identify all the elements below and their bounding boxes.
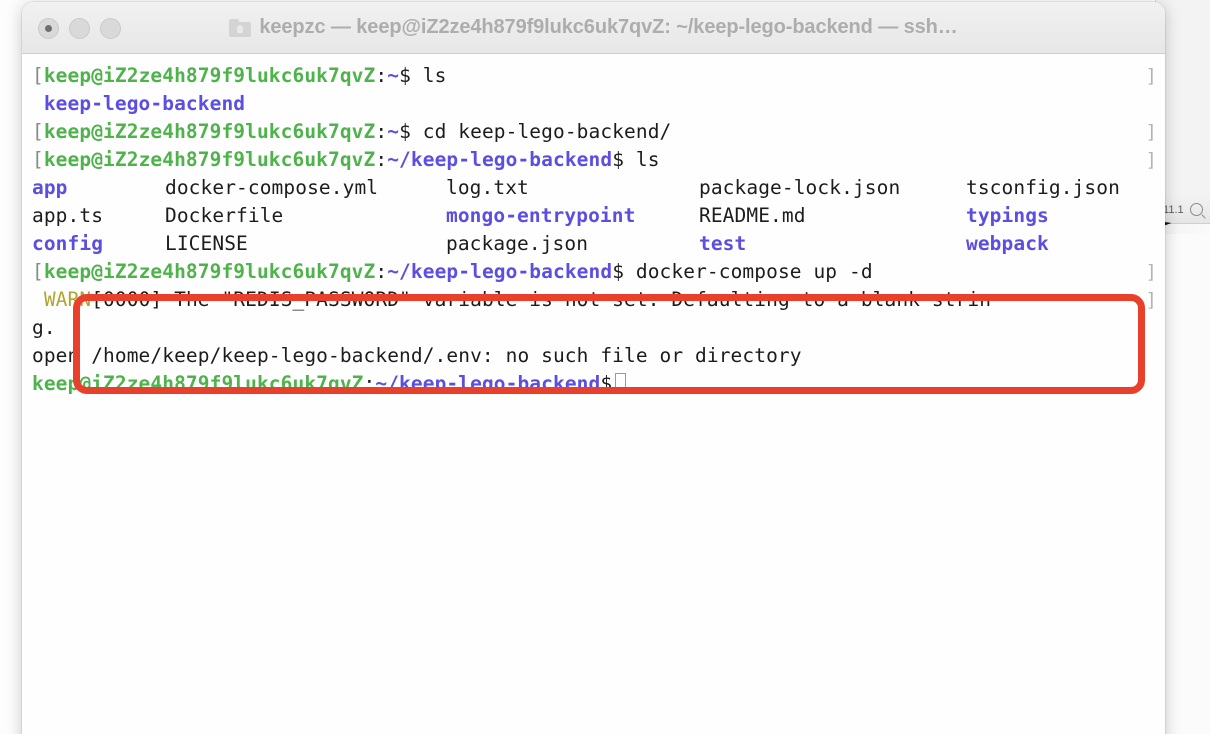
ls-listing-row: app.ts Dockerfile mongo-entrypoint README.m… <box>22 202 1165 230</box>
prompt-sigil: $ <box>399 64 411 87</box>
ls-file-entry: app.ts <box>32 204 104 227</box>
terminal-command: cd keep-lego-backend/ <box>410 120 672 143</box>
prompt-colon: : <box>375 260 388 283</box>
prompt-colon: : <box>375 148 388 171</box>
terminal-line-ls-command: [keep@iZ2ze4h879f9lukc6uk7qvZ:~$ ls] <box>22 62 1165 90</box>
prompt-mark: ] <box>1145 261 1157 283</box>
ls-listing-row: app docker-compose.yml log.txt package-lock… <box>22 174 1165 202</box>
prompt-sigil: $ <box>612 260 625 283</box>
warn-wrap-text: g. <box>32 316 56 339</box>
ls-listing: app docker-compose.yml log.txt package-lock… <box>22 174 1165 258</box>
title-group: keepzc — keep@iZ2ze4h879f9lukc6uk7qvZ: ~… <box>229 16 958 39</box>
terminal-command: ls <box>410 64 447 87</box>
prompt-path: ~/keep-lego-backend <box>387 260 613 283</box>
ls-file-entry: Dockerfile <box>165 204 284 227</box>
prompt-path: ~/keep-lego-backend <box>375 372 601 395</box>
terminal-line-error: open /home/keep/keep-lego-backend/.env: … <box>22 342 1165 370</box>
warn-level: WARN <box>43 288 92 311</box>
ls-directory-entry: test <box>699 232 747 255</box>
prompt-sigil: $ <box>600 372 613 395</box>
prompt-colon: : <box>375 64 388 87</box>
text-cursor[interactable] <box>615 373 627 394</box>
error-text: open /home/keep/keep-lego-backend/.env: … <box>32 344 802 367</box>
prompt-colon: : <box>375 120 388 143</box>
ls-file-entry: tsconfig.json <box>966 176 1120 199</box>
prompt-mark: ] <box>1145 149 1157 171</box>
warn-indent <box>32 288 44 311</box>
ls-file-entry: log.txt <box>446 176 529 199</box>
search-icon[interactable] <box>1189 203 1203 216</box>
title-bar[interactable]: keepzc — keep@iZ2ze4h879f9lukc6uk7qvZ: ~… <box>22 2 1165 54</box>
prompt-bracket: [ <box>32 64 44 87</box>
ls-file-entry: package-lock.json <box>699 176 901 199</box>
terminal-content[interactable]: [keep@iZ2ze4h879f9lukc6uk7qvZ:~$ ls] kee… <box>22 54 1165 734</box>
warn-text: [0000] The "REDIS_PASSWORD" variable is … <box>91 288 992 311</box>
terminal-command: docker-compose up -d <box>624 260 873 283</box>
prompt-user-host: keep@iZ2ze4h879f9lukc6uk7qvZ <box>43 120 376 143</box>
ls-file-entry: docker-compose.yml <box>165 176 379 199</box>
ls-listing-row: config LICENSE package.json test webpack <box>22 230 1165 258</box>
screen: .11.1 keepzc — keep@iZ2ze4h879f9lukc6uk7… <box>0 0 1210 734</box>
ls-directory-entry: typings <box>966 204 1049 227</box>
ls-file-entry: README.md <box>699 204 806 227</box>
terminal-line-warning: WARN[0000] The "REDIS_PASSWORD" variable… <box>22 286 1165 314</box>
folder-icon <box>229 18 252 37</box>
ls-file-entry: package.json <box>446 232 589 255</box>
prompt-bracket: [ <box>32 260 44 283</box>
close-button[interactable] <box>38 18 59 39</box>
prompt-bracket: [ <box>32 148 44 171</box>
window-title: keepzc — keep@iZ2ze4h879f9lukc6uk7qvZ: ~… <box>259 16 958 38</box>
minimize-button[interactable] <box>69 18 90 39</box>
prompt-user-host: keep@iZ2ze4h879f9lukc6uk7qvZ <box>43 64 376 87</box>
terminal-command: ls <box>624 148 660 171</box>
prompt-user-host: keep@iZ2ze4h879f9lukc6uk7qvZ <box>32 372 364 395</box>
prompt-bracket: [ <box>32 120 44 143</box>
terminal-line-ls2-command: [keep@iZ2ze4h879f9lukc6uk7qvZ:~/keep-leg… <box>22 146 1165 174</box>
prompt-path: ~ <box>387 120 400 143</box>
ls-file-entry: LICENSE <box>165 232 248 255</box>
ls-directory-entry: webpack <box>966 232 1049 255</box>
terminal-window[interactable]: keepzc — keep@iZ2ze4h879f9lukc6uk7qvZ: ~… <box>22 2 1165 734</box>
prompt-path: ~/keep-lego-backend <box>387 148 613 171</box>
terminal-line-docker-compose-command: [keep@iZ2ze4h879f9lukc6uk7qvZ:~/keep-leg… <box>22 258 1165 286</box>
ls-directory-entry: config <box>32 232 104 255</box>
prompt-sigil: $ <box>612 148 625 171</box>
prompt-user-host: keep@iZ2ze4h879f9lukc6uk7qvZ <box>43 148 376 171</box>
prompt-mark: ] <box>1145 121 1157 143</box>
prompt-colon: : <box>363 372 376 395</box>
ls-directory-entry: mongo-entrypoint <box>446 204 636 227</box>
terminal-line-final-prompt: keep@iZ2ze4h879f9lukc6uk7qvZ:~/keep-lego… <box>22 370 1165 398</box>
terminal-line-ls-output: keep-lego-backend <box>22 90 1165 118</box>
prompt-user-host: keep@iZ2ze4h879f9lukc6uk7qvZ <box>43 260 376 283</box>
ls-directory-entry: app <box>32 176 68 199</box>
terminal-line-cd-command: [keep@iZ2ze4h879f9lukc6uk7qvZ:~$ cd keep… <box>22 118 1165 146</box>
window-controls <box>38 18 121 39</box>
terminal-line-warning-wrap: g. <box>22 314 1165 342</box>
prompt-sigil: $ <box>399 120 411 143</box>
zoom-button[interactable] <box>100 18 121 39</box>
prompt-path: ~ <box>387 64 400 87</box>
prompt-mark: ] <box>1145 289 1157 311</box>
prompt-mark: ] <box>1145 65 1157 87</box>
directory-name: keep-lego-backend <box>32 92 246 115</box>
